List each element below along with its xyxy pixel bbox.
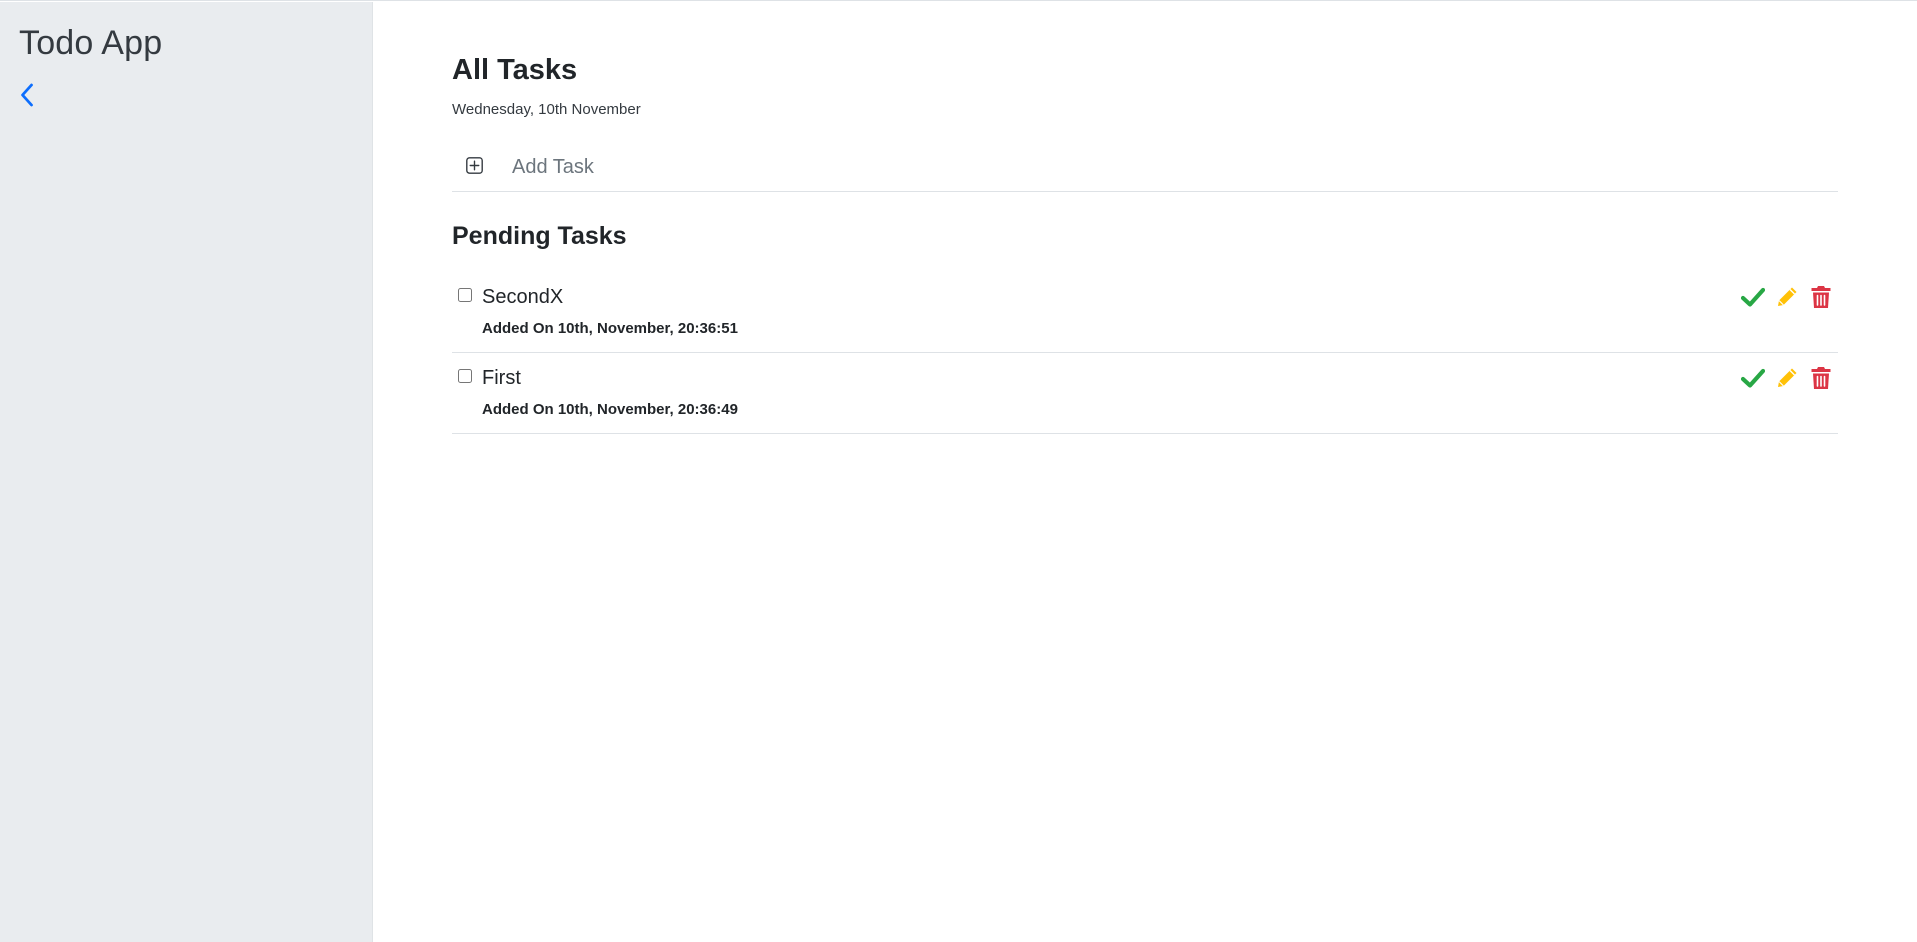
task-checkbox[interactable] — [458, 288, 472, 302]
task-added-timestamp: Added On 10th, November, 20:36:51 — [482, 320, 738, 337]
trash-icon — [1811, 367, 1831, 389]
task-checkbox[interactable] — [458, 369, 472, 383]
task-name: First — [482, 367, 521, 389]
add-task-row — [452, 147, 1838, 192]
task-actions — [1736, 365, 1838, 391]
chevron-left-icon — [21, 83, 33, 107]
add-task-input[interactable] — [509, 149, 1829, 185]
complete-task-button[interactable] — [1736, 284, 1770, 310]
edit-task-button[interactable] — [1770, 284, 1804, 310]
delete-task-button[interactable] — [1804, 284, 1838, 310]
edit-task-button[interactable] — [1770, 365, 1804, 391]
app-window: Todo App All Tasks Wednesday, 10th Novem… — [0, 0, 1917, 942]
task-list: SecondX Added On 10th, November, 20:36:5… — [452, 272, 1838, 434]
pencil-icon — [1778, 287, 1797, 306]
plus-square-icon[interactable] — [466, 157, 483, 174]
checkmark-icon — [1741, 368, 1765, 388]
back-button[interactable] — [16, 80, 38, 110]
checkmark-icon — [1741, 287, 1765, 307]
pending-tasks-heading: Pending Tasks — [452, 222, 627, 250]
task-item: First Added On 10th, November, 20:36:49 — [452, 353, 1838, 434]
trash-icon — [1811, 286, 1831, 308]
app-title: Todo App — [19, 24, 163, 62]
delete-task-button[interactable] — [1804, 365, 1838, 391]
task-item: SecondX Added On 10th, November, 20:36:5… — [452, 272, 1838, 353]
task-name: SecondX — [482, 286, 564, 308]
sidebar: Todo App — [0, 2, 373, 942]
page-date: Wednesday, 10th November — [452, 101, 641, 118]
complete-task-button[interactable] — [1736, 365, 1770, 391]
pencil-icon — [1778, 368, 1797, 387]
task-actions — [1736, 284, 1838, 310]
task-added-timestamp: Added On 10th, November, 20:36:49 — [482, 401, 738, 418]
page-title: All Tasks — [452, 54, 578, 86]
